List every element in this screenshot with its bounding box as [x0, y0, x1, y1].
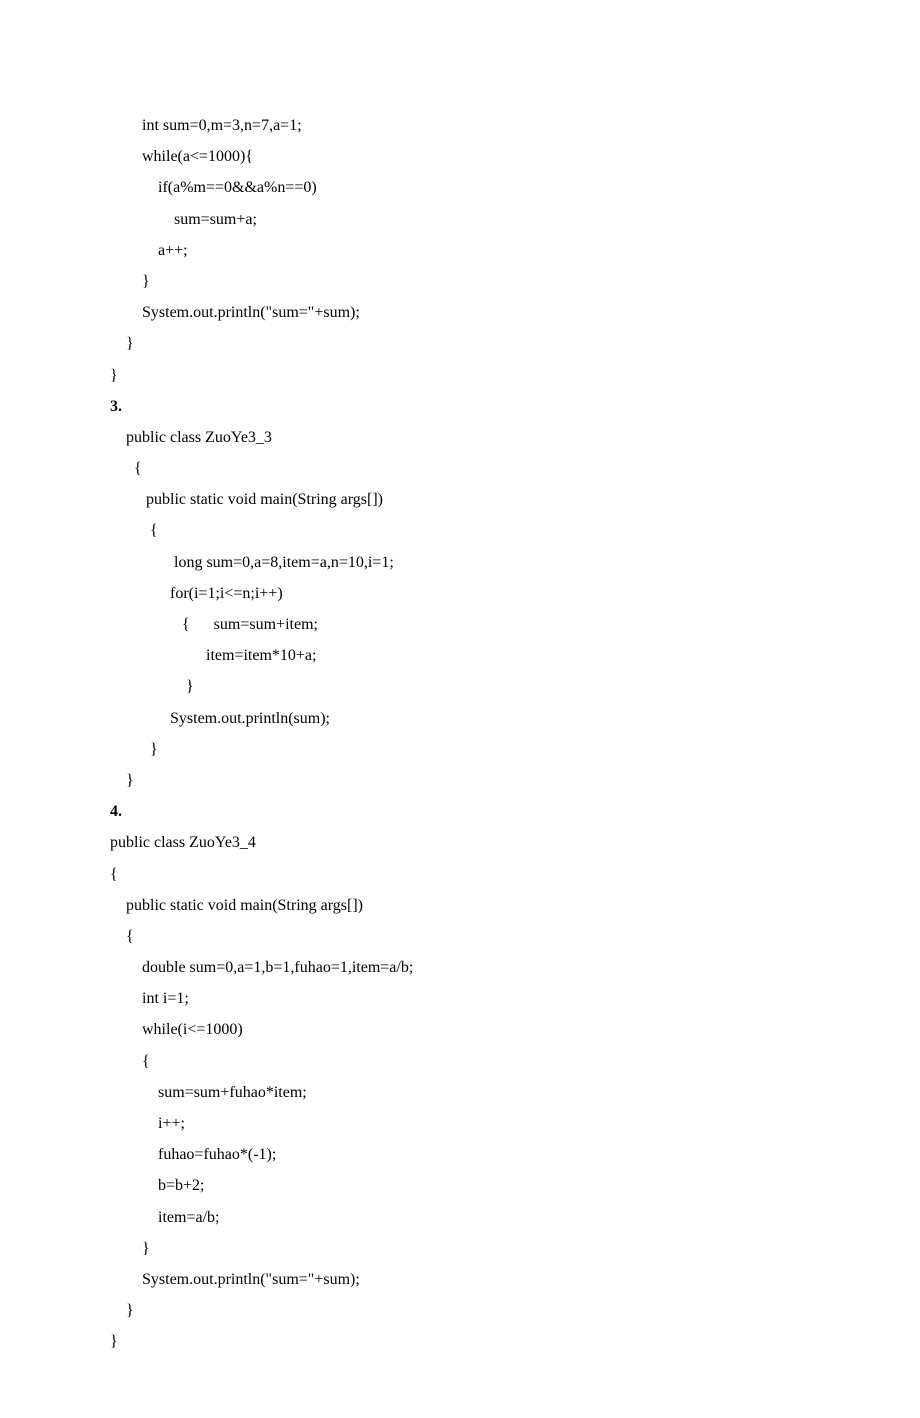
- code-line: while(i<=1000): [110, 1014, 830, 1045]
- section-header: 3.: [110, 391, 830, 422]
- code-line: b=b+2;: [110, 1170, 830, 1201]
- code-line: { sum=sum+item;: [110, 609, 830, 640]
- code-line: sum=sum+fuhao*item;: [110, 1077, 830, 1108]
- code-line: }: [110, 360, 830, 391]
- code-line: }: [110, 734, 830, 765]
- code-line: item=a/b;: [110, 1202, 830, 1233]
- code-line: }: [110, 266, 830, 297]
- code-line: long sum=0,a=8,item=a,n=10,i=1;: [110, 547, 830, 578]
- code-line: public class ZuoYe3_4: [110, 827, 830, 858]
- code-line: {: [110, 921, 830, 952]
- code-line: }: [110, 1326, 830, 1357]
- code-line: {: [110, 453, 830, 484]
- code-line: int sum=0,m=3,n=7,a=1;: [110, 110, 830, 141]
- code-line: }: [110, 1233, 830, 1264]
- code-line: sum=sum+a;: [110, 204, 830, 235]
- code-line: public static void main(String args[]): [110, 484, 830, 515]
- document-page: int sum=0,m=3,n=7,a=1; while(a<=1000){ i…: [0, 0, 920, 1418]
- code-line: System.out.println("sum="+sum);: [110, 1264, 830, 1295]
- code-line: double sum=0,a=1,b=1,fuhao=1,item=a/b;: [110, 952, 830, 983]
- code-line: int i=1;: [110, 983, 830, 1014]
- code-line: while(a<=1000){: [110, 141, 830, 172]
- code-line: System.out.println(sum);: [110, 703, 830, 734]
- code-line: System.out.println("sum="+sum);: [110, 297, 830, 328]
- code-line: {: [110, 515, 830, 546]
- code-line: i++;: [110, 1108, 830, 1139]
- code-line: a++;: [110, 235, 830, 266]
- code-line: item=item*10+a;: [110, 640, 830, 671]
- code-line: fuhao=fuhao*(-1);: [110, 1139, 830, 1170]
- code-line: {: [110, 859, 830, 890]
- code-line: }: [110, 671, 830, 702]
- code-line: public static void main(String args[]): [110, 890, 830, 921]
- code-line: for(i=1;i<=n;i++): [110, 578, 830, 609]
- code-line: {: [110, 1046, 830, 1077]
- code-line: }: [110, 765, 830, 796]
- code-line: }: [110, 328, 830, 359]
- section-header: 4.: [110, 796, 830, 827]
- code-line: if(a%m==0&&a%n==0): [110, 172, 830, 203]
- code-line: public class ZuoYe3_3: [110, 422, 830, 453]
